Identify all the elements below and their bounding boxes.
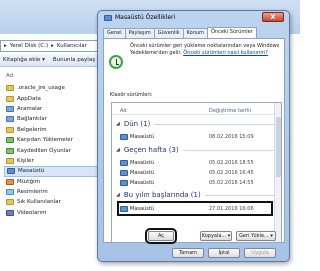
chevron-down-icon: ▾ bbox=[227, 233, 231, 239]
nav-chevron-icon: ▸ bbox=[4, 43, 7, 49]
list-item[interactable]: Resimlerim bbox=[4, 187, 100, 197]
tab-sharing[interactable]: Paylaşım bbox=[124, 28, 155, 38]
music-folder-icon bbox=[6, 178, 14, 185]
list-item[interactable]: .oracle_jre_usage bbox=[4, 83, 100, 93]
tab-location[interactable]: Konum bbox=[182, 28, 208, 38]
dialog-title: Masaüstü Özellikleri bbox=[104, 14, 175, 21]
search-folder-icon bbox=[6, 105, 14, 112]
help-link[interactable]: Önceki sürümleri nasıl kullanırım? bbox=[183, 50, 268, 56]
list-item[interactable]: Aramalar bbox=[4, 104, 100, 114]
favorites-folder-icon bbox=[6, 199, 14, 206]
restore-clock-icon bbox=[109, 55, 123, 69]
list-item[interactable]: Bağlantılar bbox=[4, 114, 100, 124]
documents-folder-icon bbox=[6, 126, 14, 133]
name-column-header[interactable]: Ad bbox=[120, 108, 127, 114]
table-row[interactable]: Masaüstü 05.02.2016 16:45 bbox=[120, 168, 270, 177]
list-item[interactable]: Müziğim bbox=[4, 177, 100, 187]
date-column-header[interactable]: Değiştirme tarihi bbox=[209, 108, 251, 114]
close-button[interactable]: X bbox=[262, 12, 284, 22]
list-item[interactable]: Kaydedilen Oyunlar bbox=[4, 145, 100, 155]
pictures-folder-icon bbox=[6, 189, 14, 196]
chevron-down-icon: ▾ bbox=[270, 233, 273, 239]
games-folder-icon bbox=[6, 147, 14, 154]
list-header: Ad Değiştirme tarihi bbox=[112, 103, 281, 115]
links-folder-icon bbox=[6, 116, 14, 123]
nav-chevron-icon: ▸ bbox=[51, 43, 54, 49]
list-item[interactable]: Kişiler bbox=[4, 156, 100, 166]
list-item[interactable]: Videolarım bbox=[4, 208, 100, 218]
scrollbar-thumb[interactable] bbox=[276, 117, 281, 177]
collapse-triangle-icon: ◢ bbox=[116, 147, 120, 153]
properties-dialog: Masaüstü Özellikleri X Genel Paylaşım Gü… bbox=[97, 10, 290, 262]
downloads-folder-icon bbox=[6, 137, 14, 144]
collapse-triangle-icon: ◢ bbox=[116, 192, 120, 198]
tab-previous-versions[interactable]: Önceki Sürümler bbox=[206, 27, 257, 38]
folder-versions-label: Klasör sürümleri: bbox=[110, 92, 153, 98]
desktop-folder-icon bbox=[7, 168, 15, 175]
info-text: Önceki sürümler geri yükleme noktalarınd… bbox=[130, 43, 280, 56]
apply-button[interactable]: Uygula bbox=[244, 248, 276, 258]
restore-button[interactable]: Geri Yükle... ▾ bbox=[236, 231, 276, 241]
copy-button[interactable]: Kopyala... ▾ bbox=[200, 231, 232, 241]
group-header[interactable]: ◢ Geçen hafta (3) bbox=[116, 146, 276, 154]
open-button[interactable]: Aç bbox=[145, 228, 177, 244]
desktop-folder-icon bbox=[120, 205, 128, 212]
table-row[interactable]: Masaüstü 05.02.2016 14:55 bbox=[120, 178, 270, 187]
group-header[interactable]: ◢ Dün (1) bbox=[116, 120, 276, 128]
tab-general[interactable]: Genel bbox=[103, 28, 126, 38]
desktop-folder-icon bbox=[120, 169, 128, 176]
videos-folder-icon bbox=[6, 209, 14, 216]
ok-button[interactable]: Tamam bbox=[172, 248, 204, 258]
desktop-folder-icon bbox=[104, 14, 112, 21]
desktop-folder-icon bbox=[120, 179, 128, 186]
desktop-folder-icon bbox=[120, 133, 128, 140]
chevron-down-icon: ▾ bbox=[42, 57, 45, 63]
desktop-folder-icon bbox=[120, 159, 128, 166]
list-item[interactable]: Belgelerim bbox=[4, 125, 100, 135]
tab-bar: Genel Paylaşım Güvenlik Konum Önceki Sür… bbox=[103, 27, 257, 38]
vertical-scrollbar[interactable] bbox=[274, 103, 281, 242]
list-item[interactable]: Karşıdan Yüklemeler bbox=[4, 135, 100, 145]
folder-icon bbox=[6, 85, 14, 92]
table-row-selected[interactable]: Masaüstü 27.01.2016 16:06 bbox=[117, 201, 273, 216]
folder-list: .oracle_jre_usage AppData Aramalar Bağla… bbox=[4, 83, 100, 218]
contacts-folder-icon bbox=[6, 157, 14, 164]
table-row[interactable]: Masaüstü 08.02.2016 15:09 bbox=[120, 132, 270, 141]
list-item-selected[interactable]: Masaüstü bbox=[4, 166, 100, 177]
explorer-toolbar: Kitaplığa ekle ▾ Bununla paylaş bbox=[0, 54, 110, 67]
share-with-button[interactable]: Bununla paylaş bbox=[53, 57, 95, 63]
versions-list: Ad Değiştirme tarihi ◢ Dün (1) Masaüstü … bbox=[111, 102, 282, 243]
tab-security[interactable]: Güvenlik bbox=[153, 28, 184, 38]
include-in-library-button[interactable]: Kitaplığa ekle ▾ bbox=[3, 57, 45, 63]
name-column-header[interactable]: Ad bbox=[6, 73, 13, 79]
address-part-users[interactable]: Kullanıcılar bbox=[57, 43, 87, 49]
cancel-button[interactable]: İptal bbox=[208, 248, 240, 258]
folder-icon bbox=[6, 95, 14, 102]
group-header[interactable]: ◢ Bu yılın başlarında (1) bbox=[116, 191, 276, 199]
tab-panel: Önceki sürümler geri yükleme noktalarınd… bbox=[103, 38, 285, 244]
address-part-drive[interactable]: Yerel Disk (C:) bbox=[10, 43, 48, 49]
list-item[interactable]: Sık Kullanılanlar bbox=[4, 197, 100, 207]
list-item[interactable]: AppData bbox=[4, 93, 100, 103]
address-bar[interactable]: ▸ Yerel Disk (C:) ▸ Kullanıcılar bbox=[0, 40, 110, 52]
collapse-triangle-icon: ◢ bbox=[116, 121, 120, 127]
table-row[interactable]: Masaüstü 05.02.2016 18:55 bbox=[120, 158, 270, 167]
